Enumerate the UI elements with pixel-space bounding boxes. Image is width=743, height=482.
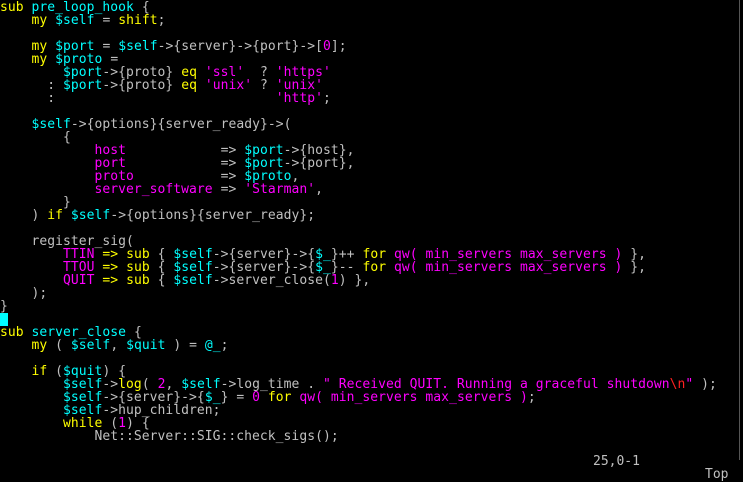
- code-line[interactable]: }: [0, 300, 740, 313]
- code-line[interactable]: );: [0, 287, 740, 300]
- code-token: } =: [220, 390, 253, 405]
- code-line[interactable]: server_software => 'Starman',: [0, 183, 740, 196]
- code-token: =>: [102, 273, 119, 288]
- code-line[interactable]: QUIT => sub { $self->server_close(1) },: [0, 274, 740, 287]
- code-token: my: [31, 13, 48, 28]
- code-token: ,: [110, 338, 127, 353]
- code-token: },: [622, 260, 647, 275]
- code-token: ;: [322, 91, 331, 106]
- code-token: ,: [315, 182, 323, 197]
- code-token: sub: [126, 273, 150, 288]
- code-token: :: [0, 91, 276, 106]
- code-token: 1: [330, 273, 339, 288]
- code-line[interactable]: my $self = shift;: [0, 14, 740, 27]
- code-token: for: [267, 390, 292, 405]
- code-token: }: [0, 299, 8, 314]
- code-token: $self: [70, 208, 111, 223]
- cursor-position: 25,0-1: [593, 454, 640, 469]
- code-token: 0: [252, 390, 260, 405]
- code-token: @_: [204, 338, 221, 353]
- code-token: $self: [55, 13, 95, 28]
- code-token: ;: [527, 390, 536, 405]
- code-line[interactable]: $self->{options}{server_ready}->(: [0, 118, 740, 131]
- code-token: ->server_close(: [212, 273, 331, 288]
- code-token: server_software: [94, 182, 213, 197]
- code-token: ;: [157, 13, 166, 28]
- code-token: ->{options}{server_ready}->(: [70, 117, 292, 132]
- code-line[interactable]: ) if $self->{options}{server_ready};: [0, 209, 740, 222]
- code-token: ;: [220, 338, 229, 353]
- vim-editor-buffer[interactable]: sub pre_loop_hook { my $self = shift; my…: [0, 1, 740, 443]
- code-token: 'Starman': [244, 182, 316, 197]
- code-token: ) },: [338, 273, 371, 288]
- code-token: ->{server}->{port}->[: [157, 39, 324, 54]
- code-token: 0: [323, 39, 331, 54]
- code-token: ->{options}{server_ready};: [110, 208, 316, 223]
- scroll-position: Top: [705, 467, 729, 482]
- code-token: $self: [70, 338, 111, 353]
- vim-status-line: 25,0-1 Top: [0, 442, 740, 481]
- code-token: \n: [669, 377, 686, 392]
- code-token: =>: [212, 182, 245, 197]
- code-token: );: [693, 377, 717, 392]
- code-token: QUIT: [63, 273, 95, 288]
- code-token: 'http': [275, 91, 323, 106]
- code-line[interactable]: my ( $self, $quit ) = @_;: [0, 339, 740, 352]
- code-token: ];: [330, 39, 347, 54]
- code-token: ) =: [165, 338, 205, 353]
- code-token: {: [149, 273, 174, 288]
- window-right-border: [739, 0, 743, 460]
- code-token: $self: [173, 273, 213, 288]
- code-token: my: [31, 338, 48, 353]
- code-token: shift: [118, 13, 158, 28]
- code-token: qw( min_servers max_servers ): [299, 390, 528, 405]
- code-line[interactable]: : 'http';: [0, 92, 740, 105]
- code-token: qw( min_servers max_servers ): [393, 260, 623, 275]
- code-token: $quit: [126, 338, 166, 353]
- code-token: if: [47, 208, 64, 223]
- code-token: (: [47, 338, 71, 353]
- code-token: =: [94, 13, 119, 28]
- code-token: ): [0, 208, 48, 223]
- code-token: $self: [118, 39, 158, 54]
